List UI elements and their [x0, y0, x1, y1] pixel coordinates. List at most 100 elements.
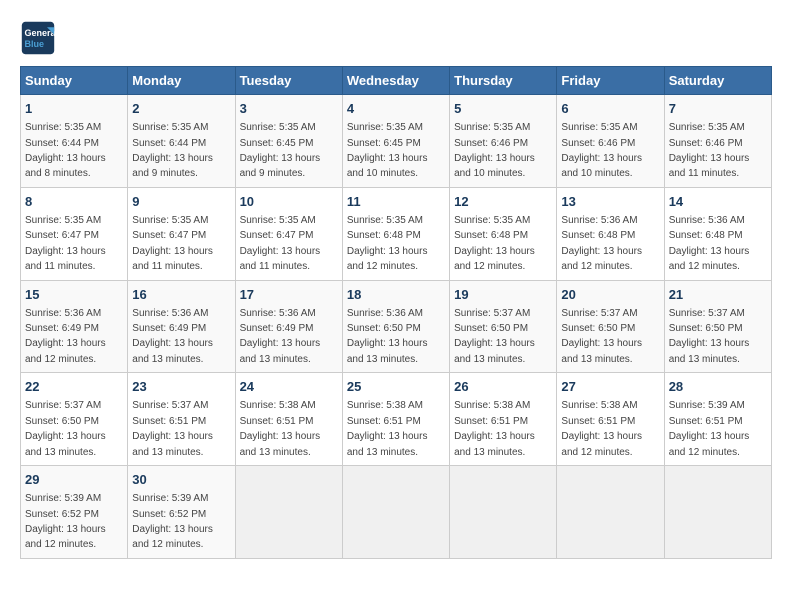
weekday-header: Sunday: [21, 67, 128, 95]
calendar-day-cell: 18 Sunrise: 5:36 AMSunset: 6:50 PMDaylig…: [342, 280, 449, 373]
calendar-week-row: 1 Sunrise: 5:35 AMSunset: 6:44 PMDayligh…: [21, 95, 772, 188]
weekday-header: Tuesday: [235, 67, 342, 95]
calendar-day-cell: 28 Sunrise: 5:39 AMSunset: 6:51 PMDaylig…: [664, 373, 771, 466]
day-info: Sunrise: 5:35 AMSunset: 6:45 PMDaylight:…: [240, 122, 321, 179]
day-info: Sunrise: 5:36 AMSunset: 6:49 PMDaylight:…: [132, 308, 213, 365]
day-number: 22: [25, 378, 123, 396]
calendar-day-cell: 30 Sunrise: 5:39 AMSunset: 6:52 PMDaylig…: [128, 466, 235, 559]
calendar-week-row: 8 Sunrise: 5:35 AMSunset: 6:47 PMDayligh…: [21, 187, 772, 280]
logo-icon: General Blue: [20, 20, 56, 56]
calendar-week-row: 15 Sunrise: 5:36 AMSunset: 6:49 PMDaylig…: [21, 280, 772, 373]
weekday-header: Thursday: [450, 67, 557, 95]
day-number: 21: [669, 286, 767, 304]
calendar-day-cell: [450, 466, 557, 559]
calendar-day-cell: 20 Sunrise: 5:37 AMSunset: 6:50 PMDaylig…: [557, 280, 664, 373]
day-number: 12: [454, 193, 552, 211]
day-number: 4: [347, 100, 445, 118]
header: General Blue: [20, 20, 772, 56]
calendar-day-cell: 24 Sunrise: 5:38 AMSunset: 6:51 PMDaylig…: [235, 373, 342, 466]
weekday-header: Wednesday: [342, 67, 449, 95]
day-number: 11: [347, 193, 445, 211]
day-number: 19: [454, 286, 552, 304]
calendar-day-cell: 17 Sunrise: 5:36 AMSunset: 6:49 PMDaylig…: [235, 280, 342, 373]
day-number: 27: [561, 378, 659, 396]
calendar-table: SundayMondayTuesdayWednesdayThursdayFrid…: [20, 66, 772, 559]
calendar-header-row: SundayMondayTuesdayWednesdayThursdayFrid…: [21, 67, 772, 95]
day-number: 8: [25, 193, 123, 211]
day-number: 30: [132, 471, 230, 489]
calendar-day-cell: [557, 466, 664, 559]
day-info: Sunrise: 5:35 AMSunset: 6:45 PMDaylight:…: [347, 122, 428, 179]
day-info: Sunrise: 5:35 AMSunset: 6:47 PMDaylight:…: [25, 215, 106, 272]
day-info: Sunrise: 5:36 AMSunset: 6:49 PMDaylight:…: [25, 308, 106, 365]
calendar-day-cell: 1 Sunrise: 5:35 AMSunset: 6:44 PMDayligh…: [21, 95, 128, 188]
day-number: 17: [240, 286, 338, 304]
calendar-day-cell: 29 Sunrise: 5:39 AMSunset: 6:52 PMDaylig…: [21, 466, 128, 559]
day-number: 24: [240, 378, 338, 396]
day-number: 5: [454, 100, 552, 118]
calendar-day-cell: 14 Sunrise: 5:36 AMSunset: 6:48 PMDaylig…: [664, 187, 771, 280]
day-info: Sunrise: 5:35 AMSunset: 6:47 PMDaylight:…: [240, 215, 321, 272]
day-info: Sunrise: 5:39 AMSunset: 6:51 PMDaylight:…: [669, 400, 750, 457]
calendar-day-cell: 16 Sunrise: 5:36 AMSunset: 6:49 PMDaylig…: [128, 280, 235, 373]
calendar-day-cell: 15 Sunrise: 5:36 AMSunset: 6:49 PMDaylig…: [21, 280, 128, 373]
calendar-day-cell: 8 Sunrise: 5:35 AMSunset: 6:47 PMDayligh…: [21, 187, 128, 280]
logo: General Blue: [20, 20, 62, 56]
day-info: Sunrise: 5:37 AMSunset: 6:50 PMDaylight:…: [669, 308, 750, 365]
day-info: Sunrise: 5:36 AMSunset: 6:48 PMDaylight:…: [669, 215, 750, 272]
day-info: Sunrise: 5:36 AMSunset: 6:49 PMDaylight:…: [240, 308, 321, 365]
day-number: 15: [25, 286, 123, 304]
day-number: 13: [561, 193, 659, 211]
calendar-day-cell: 11 Sunrise: 5:35 AMSunset: 6:48 PMDaylig…: [342, 187, 449, 280]
calendar-day-cell: 19 Sunrise: 5:37 AMSunset: 6:50 PMDaylig…: [450, 280, 557, 373]
day-info: Sunrise: 5:38 AMSunset: 6:51 PMDaylight:…: [347, 400, 428, 457]
day-number: 26: [454, 378, 552, 396]
day-number: 25: [347, 378, 445, 396]
day-number: 14: [669, 193, 767, 211]
calendar-week-row: 29 Sunrise: 5:39 AMSunset: 6:52 PMDaylig…: [21, 466, 772, 559]
calendar-day-cell: 10 Sunrise: 5:35 AMSunset: 6:47 PMDaylig…: [235, 187, 342, 280]
weekday-header: Monday: [128, 67, 235, 95]
calendar-day-cell: 7 Sunrise: 5:35 AMSunset: 6:46 PMDayligh…: [664, 95, 771, 188]
calendar-day-cell: 22 Sunrise: 5:37 AMSunset: 6:50 PMDaylig…: [21, 373, 128, 466]
svg-text:Blue: Blue: [25, 39, 45, 49]
calendar-header: SundayMondayTuesdayWednesdayThursdayFrid…: [21, 67, 772, 95]
day-info: Sunrise: 5:37 AMSunset: 6:50 PMDaylight:…: [454, 308, 535, 365]
calendar-day-cell: 2 Sunrise: 5:35 AMSunset: 6:44 PMDayligh…: [128, 95, 235, 188]
day-number: 9: [132, 193, 230, 211]
calendar-day-cell: 27 Sunrise: 5:38 AMSunset: 6:51 PMDaylig…: [557, 373, 664, 466]
day-number: 10: [240, 193, 338, 211]
day-info: Sunrise: 5:35 AMSunset: 6:46 PMDaylight:…: [669, 122, 750, 179]
day-info: Sunrise: 5:35 AMSunset: 6:48 PMDaylight:…: [454, 215, 535, 272]
calendar-day-cell: 26 Sunrise: 5:38 AMSunset: 6:51 PMDaylig…: [450, 373, 557, 466]
day-info: Sunrise: 5:38 AMSunset: 6:51 PMDaylight:…: [240, 400, 321, 457]
calendar-day-cell: 23 Sunrise: 5:37 AMSunset: 6:51 PMDaylig…: [128, 373, 235, 466]
calendar-day-cell: 21 Sunrise: 5:37 AMSunset: 6:50 PMDaylig…: [664, 280, 771, 373]
calendar-day-cell: [342, 466, 449, 559]
weekday-header: Saturday: [664, 67, 771, 95]
day-number: 1: [25, 100, 123, 118]
calendar-day-cell: 6 Sunrise: 5:35 AMSunset: 6:46 PMDayligh…: [557, 95, 664, 188]
calendar-day-cell: 4 Sunrise: 5:35 AMSunset: 6:45 PMDayligh…: [342, 95, 449, 188]
day-info: Sunrise: 5:39 AMSunset: 6:52 PMDaylight:…: [25, 493, 106, 550]
day-info: Sunrise: 5:35 AMSunset: 6:44 PMDaylight:…: [132, 122, 213, 179]
day-info: Sunrise: 5:36 AMSunset: 6:48 PMDaylight:…: [561, 215, 642, 272]
day-info: Sunrise: 5:37 AMSunset: 6:51 PMDaylight:…: [132, 400, 213, 457]
day-number: 20: [561, 286, 659, 304]
calendar-week-row: 22 Sunrise: 5:37 AMSunset: 6:50 PMDaylig…: [21, 373, 772, 466]
day-number: 16: [132, 286, 230, 304]
day-info: Sunrise: 5:39 AMSunset: 6:52 PMDaylight:…: [132, 493, 213, 550]
calendar-day-cell: 25 Sunrise: 5:38 AMSunset: 6:51 PMDaylig…: [342, 373, 449, 466]
day-number: 18: [347, 286, 445, 304]
day-info: Sunrise: 5:36 AMSunset: 6:50 PMDaylight:…: [347, 308, 428, 365]
day-number: 23: [132, 378, 230, 396]
day-info: Sunrise: 5:38 AMSunset: 6:51 PMDaylight:…: [454, 400, 535, 457]
calendar-body: 1 Sunrise: 5:35 AMSunset: 6:44 PMDayligh…: [21, 95, 772, 559]
day-info: Sunrise: 5:35 AMSunset: 6:44 PMDaylight:…: [25, 122, 106, 179]
weekday-header: Friday: [557, 67, 664, 95]
calendar-day-cell: 3 Sunrise: 5:35 AMSunset: 6:45 PMDayligh…: [235, 95, 342, 188]
day-info: Sunrise: 5:35 AMSunset: 6:47 PMDaylight:…: [132, 215, 213, 272]
day-info: Sunrise: 5:35 AMSunset: 6:48 PMDaylight:…: [347, 215, 428, 272]
day-info: Sunrise: 5:37 AMSunset: 6:50 PMDaylight:…: [561, 308, 642, 365]
calendar-day-cell: 13 Sunrise: 5:36 AMSunset: 6:48 PMDaylig…: [557, 187, 664, 280]
